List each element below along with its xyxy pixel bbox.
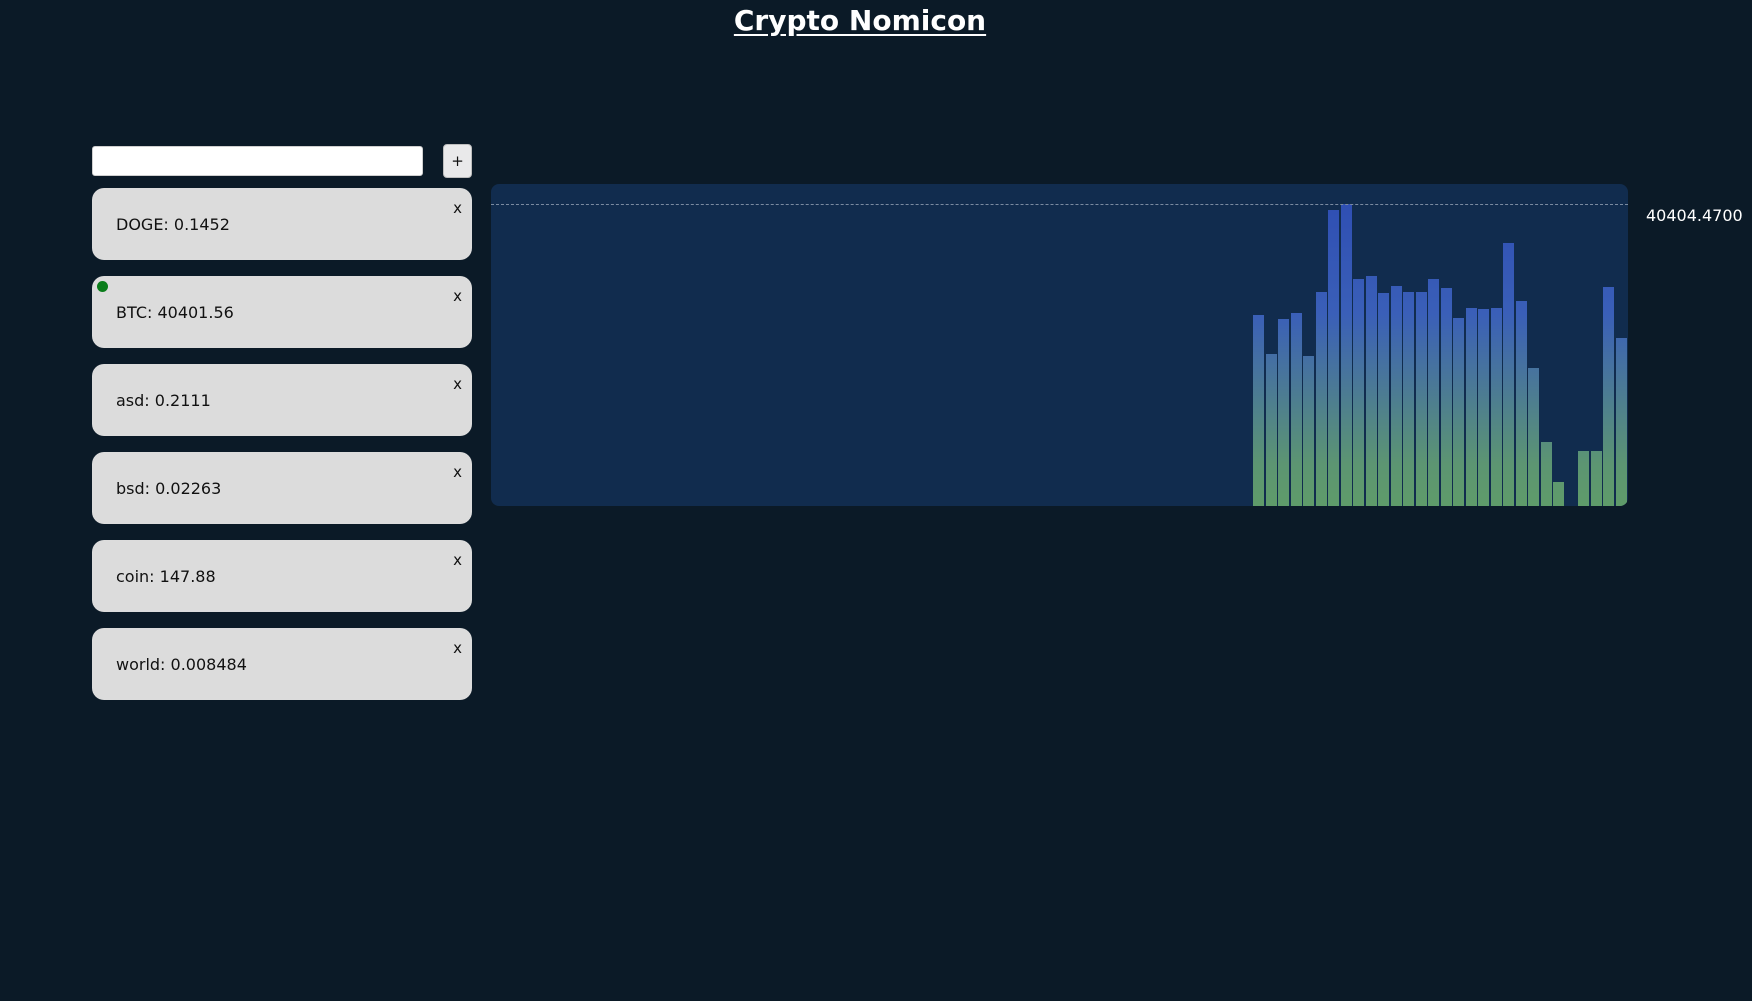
graph-bar bbox=[1616, 338, 1627, 506]
graph-bar bbox=[1578, 451, 1589, 506]
graph-bar bbox=[1528, 368, 1539, 506]
graph-bar bbox=[1316, 292, 1327, 506]
graph-bar bbox=[1591, 451, 1602, 506]
graph-bar bbox=[1603, 287, 1614, 506]
graph-bar bbox=[1403, 292, 1414, 506]
graph-bar bbox=[1428, 279, 1439, 506]
graph-bar bbox=[1378, 293, 1389, 506]
graph-bar bbox=[1516, 301, 1527, 506]
graph-bar bbox=[1466, 308, 1477, 506]
graph-bar bbox=[1503, 243, 1514, 506]
ticker-card-asd[interactable]: asd: 0.2111 x bbox=[92, 364, 472, 436]
graph-bar bbox=[1278, 319, 1289, 506]
graph-bar bbox=[1341, 204, 1352, 506]
price-graph bbox=[491, 184, 1628, 506]
add-ticker-button[interactable]: + bbox=[443, 144, 472, 178]
active-indicator-dot bbox=[97, 281, 108, 292]
ticker-label: DOGE: 0.1452 bbox=[116, 215, 230, 234]
remove-ticker-button[interactable]: x bbox=[453, 640, 462, 656]
graph-bar bbox=[1291, 313, 1302, 506]
graph-bar bbox=[1478, 309, 1489, 506]
ticker-card-coin[interactable]: coin: 147.88 x bbox=[92, 540, 472, 612]
remove-ticker-button[interactable]: x bbox=[453, 200, 462, 216]
graph-bar bbox=[1391, 286, 1402, 506]
max-value-line bbox=[491, 204, 1628, 205]
graph-bar bbox=[1453, 318, 1464, 506]
graph-bar bbox=[1541, 442, 1552, 506]
graph-bar bbox=[1441, 288, 1452, 506]
remove-ticker-button[interactable]: x bbox=[453, 376, 462, 392]
ticker-card-world[interactable]: world: 0.008484 x bbox=[92, 628, 472, 700]
graph-bar bbox=[1253, 315, 1264, 506]
ticker-card-btc[interactable]: BTC: 40401.56 x bbox=[92, 276, 472, 348]
graph-bar bbox=[1366, 276, 1377, 506]
ticker-label: world: 0.008484 bbox=[116, 655, 247, 674]
ticker-label: BTC: 40401.56 bbox=[116, 303, 234, 322]
ticker-label: bsd: 0.02263 bbox=[116, 479, 222, 498]
graph-bar bbox=[1303, 356, 1314, 506]
graph-bar bbox=[1266, 354, 1277, 506]
remove-ticker-button[interactable]: x bbox=[453, 288, 462, 304]
ticker-label: asd: 0.2111 bbox=[116, 391, 211, 410]
graph-bar bbox=[1353, 279, 1364, 506]
ticker-label: coin: 147.88 bbox=[116, 567, 216, 586]
max-value-label: 40404.4700 bbox=[1646, 206, 1743, 225]
graph-bar bbox=[1553, 482, 1564, 506]
graph-bar bbox=[1416, 292, 1427, 506]
ticker-input[interactable] bbox=[92, 146, 423, 176]
graph-bar bbox=[1328, 210, 1339, 506]
remove-ticker-button[interactable]: x bbox=[453, 464, 462, 480]
page-title: Crypto Nomicon bbox=[733, 4, 987, 37]
ticker-card-doge[interactable]: DOGE: 0.1452 x bbox=[92, 188, 472, 260]
ticker-card-bsd[interactable]: bsd: 0.02263 x bbox=[92, 452, 472, 524]
remove-ticker-button[interactable]: x bbox=[453, 552, 462, 568]
graph-bar bbox=[1491, 308, 1502, 506]
